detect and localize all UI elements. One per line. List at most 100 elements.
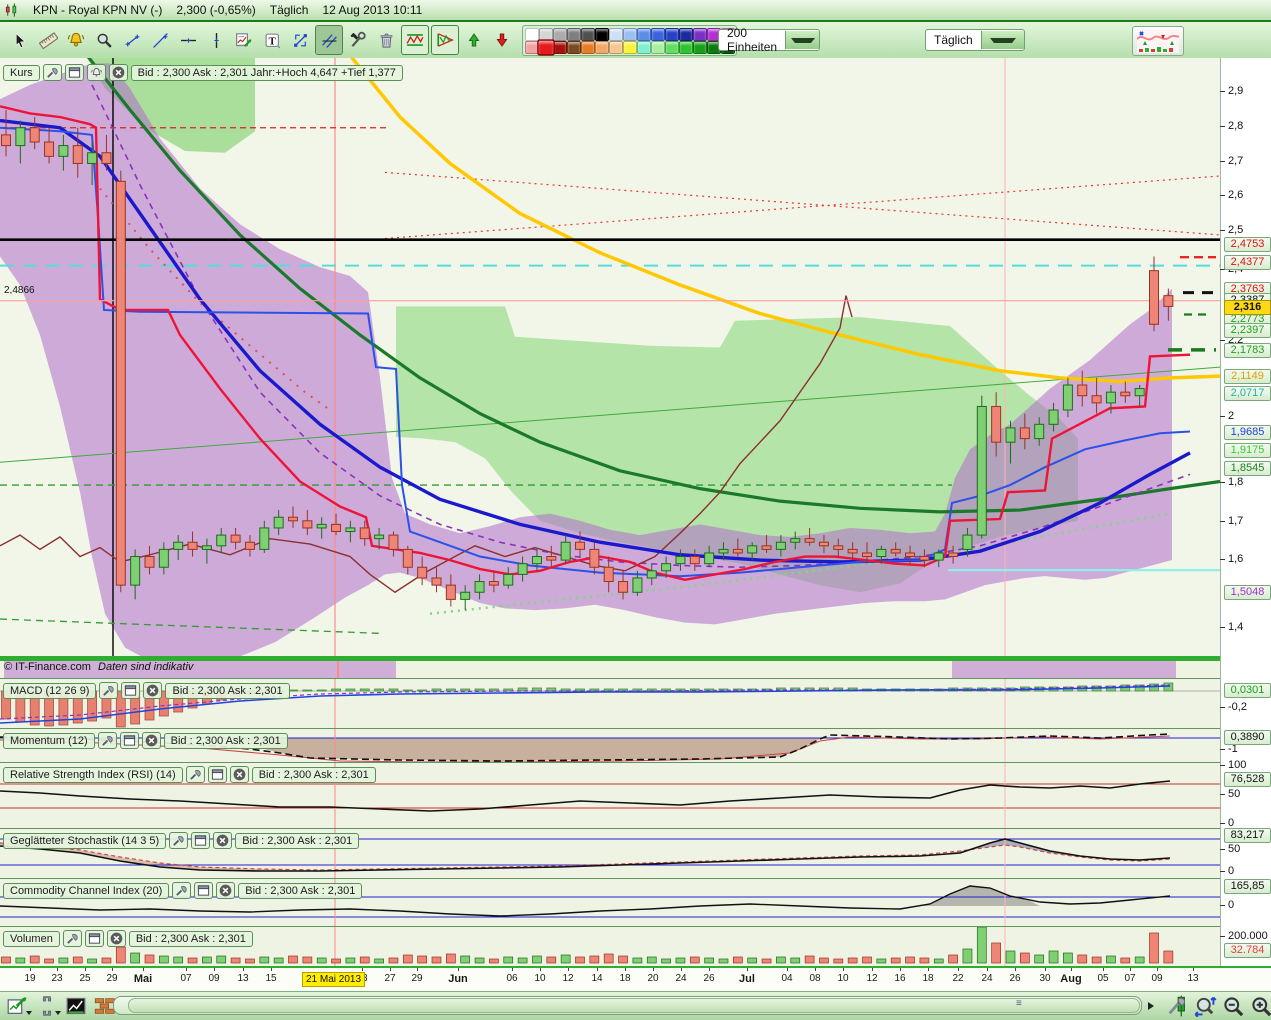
time-axis-label: 09	[1151, 973, 1163, 984]
color-swatch[interactable]	[595, 40, 609, 54]
color-swatch[interactable]	[553, 40, 567, 54]
close-icon[interactable]	[141, 732, 161, 749]
wrench-icon[interactable]	[42, 64, 62, 81]
chain-links-icon[interactable]	[35, 995, 61, 1017]
wrench-icon[interactable]	[97, 732, 117, 749]
horizontal-line-icon[interactable]	[175, 26, 201, 54]
wrench-icon[interactable]	[172, 882, 192, 899]
color-swatch[interactable]	[693, 40, 707, 54]
alarm-bell-icon[interactable]	[63, 26, 89, 54]
color-swatch[interactable]	[637, 27, 651, 41]
color-swatch[interactable]	[553, 27, 567, 41]
forecast-chart-icon[interactable]	[231, 26, 257, 54]
scroll-right-button[interactable]	[1143, 995, 1159, 1017]
zoom-in-icon[interactable]	[1249, 995, 1271, 1017]
wrench-icon[interactable]	[62, 930, 82, 947]
time-axis-label: 13	[237, 973, 249, 984]
window-icon[interactable]	[194, 882, 214, 899]
scrollbar-thumb[interactable]	[128, 998, 1140, 1013]
bid-ask-info: Bid : 2,300 Ask : 2,301 Jahr:+Hoch 4,647…	[130, 64, 403, 81]
color-swatch[interactable]	[665, 27, 679, 41]
color-swatch[interactable]	[537, 38, 555, 56]
cci-panel[interactable]: Commodity Channel Index (20) Bid : 2,300 …	[0, 878, 1220, 927]
time-axis-label: 07	[180, 973, 192, 984]
period-dropdown-value: Täglich	[934, 33, 973, 47]
time-axis-label: 13	[1187, 973, 1199, 984]
units-dropdown-value: 200 Einheiten	[727, 26, 778, 54]
chart-scrollbar[interactable]: ≡	[113, 996, 1142, 1015]
time-axis-label: 12	[562, 973, 574, 984]
period-dropdown[interactable]: Täglich	[925, 29, 1025, 51]
color-swatch[interactable]	[651, 27, 665, 41]
magnifier-icon[interactable]	[91, 26, 117, 54]
tools-icon[interactable]	[345, 26, 371, 54]
window-icon[interactable]	[64, 64, 84, 81]
zoom-fit-icon[interactable]	[1193, 995, 1217, 1017]
close-icon[interactable]	[229, 766, 249, 783]
price-chart-panel[interactable]: Kurs Bid : 2,300 Ask : 2,301 Jahr:+Hoch …	[0, 58, 1220, 656]
parallel-lines-icon[interactable]	[315, 25, 343, 55]
segment-icon[interactable]	[119, 26, 145, 54]
color-swatch[interactable]	[623, 40, 637, 54]
diagonal-arrows-icon[interactable]	[287, 26, 313, 54]
wrench-icon[interactable]	[169, 832, 189, 849]
period-dropdown-button[interactable]	[980, 31, 1024, 49]
time-axis[interactable]: 19232529Mai07091315232729Jun061012141820…	[0, 966, 1271, 993]
close-icon[interactable]	[143, 682, 163, 699]
triangle-pattern-icon[interactable]	[431, 25, 459, 55]
scrollbar-grip[interactable]: ≡	[1016, 998, 1022, 1009]
color-swatch[interactable]	[665, 40, 679, 54]
units-dropdown-button[interactable]	[785, 31, 820, 49]
window-icon[interactable]	[121, 682, 141, 699]
trend-line-icon[interactable]	[147, 26, 173, 54]
chevron-down-icon	[790, 37, 815, 43]
wrench-icon[interactable]	[99, 682, 119, 699]
color-swatch[interactable]	[679, 27, 693, 41]
zoom-out-icon[interactable]	[1221, 995, 1245, 1017]
cursor-arrow-icon[interactable]	[7, 26, 33, 54]
time-axis-label: 04	[781, 973, 793, 984]
close-icon[interactable]	[106, 930, 126, 947]
color-swatch[interactable]	[581, 40, 595, 54]
window-icon[interactable]	[207, 766, 227, 783]
window-icon[interactable]	[84, 930, 104, 947]
color-swatch[interactable]	[595, 27, 609, 41]
wrench-icon[interactable]	[185, 766, 205, 783]
color-swatch[interactable]	[525, 27, 539, 41]
color-swatch[interactable]	[679, 40, 693, 54]
vertical-line-icon[interactable]	[203, 26, 229, 54]
momentum-panel[interactable]: Momentum (12) Bid : 2,300 Ask : 2,301	[0, 728, 1220, 763]
color-swatch[interactable]	[693, 27, 707, 41]
close-icon[interactable]	[216, 882, 236, 899]
rsi-panel[interactable]: Relative Strength Index (RSI) (14) Bid : …	[0, 762, 1220, 829]
chart-display-settings-button[interactable]	[1132, 26, 1184, 56]
wrench-candle-icon[interactable]	[1165, 995, 1189, 1017]
units-dropdown[interactable]: 200 Einheiten	[718, 26, 820, 54]
zigzag-pattern-icon[interactable]	[401, 25, 429, 55]
close-icon[interactable]	[108, 64, 128, 81]
text-label-icon[interactable]: T	[259, 26, 285, 54]
color-swatch[interactable]	[581, 27, 595, 41]
color-swatch[interactable]	[651, 40, 665, 54]
chart-export-icon[interactable]	[6, 995, 32, 1017]
trash-icon[interactable]	[373, 26, 399, 54]
color-swatch[interactable]	[567, 40, 581, 54]
color-swatch[interactable]	[609, 40, 623, 54]
arrow-down-icon[interactable]	[489, 26, 515, 54]
arrow-up-icon[interactable]	[461, 26, 487, 54]
macd-panel[interactable]: MACD (12 26 9) Bid : 2,300 Ask : 2,301	[0, 678, 1220, 729]
stoch-panel[interactable]: Geglätteter Stochastik (14 3 5) Bid : 2,3…	[0, 828, 1220, 879]
color-swatch[interactable]	[609, 27, 623, 41]
inverted-chart-icon[interactable]	[64, 995, 88, 1017]
color-swatch[interactable]	[567, 27, 581, 41]
ruler-icon[interactable]	[35, 26, 61, 54]
volume-panel[interactable]: Volumen Bid : 2,300 Ask : 2,301	[0, 926, 1220, 967]
color-swatch[interactable]	[623, 27, 637, 41]
window-icon[interactable]	[191, 832, 211, 849]
window-icon[interactable]	[119, 732, 139, 749]
bell-icon[interactable]	[86, 64, 106, 81]
axis-tick: 50	[1220, 788, 1240, 800]
color-swatch[interactable]	[637, 40, 651, 54]
close-icon[interactable]	[213, 832, 233, 849]
axis-value-badge: 83,217	[1224, 828, 1271, 843]
